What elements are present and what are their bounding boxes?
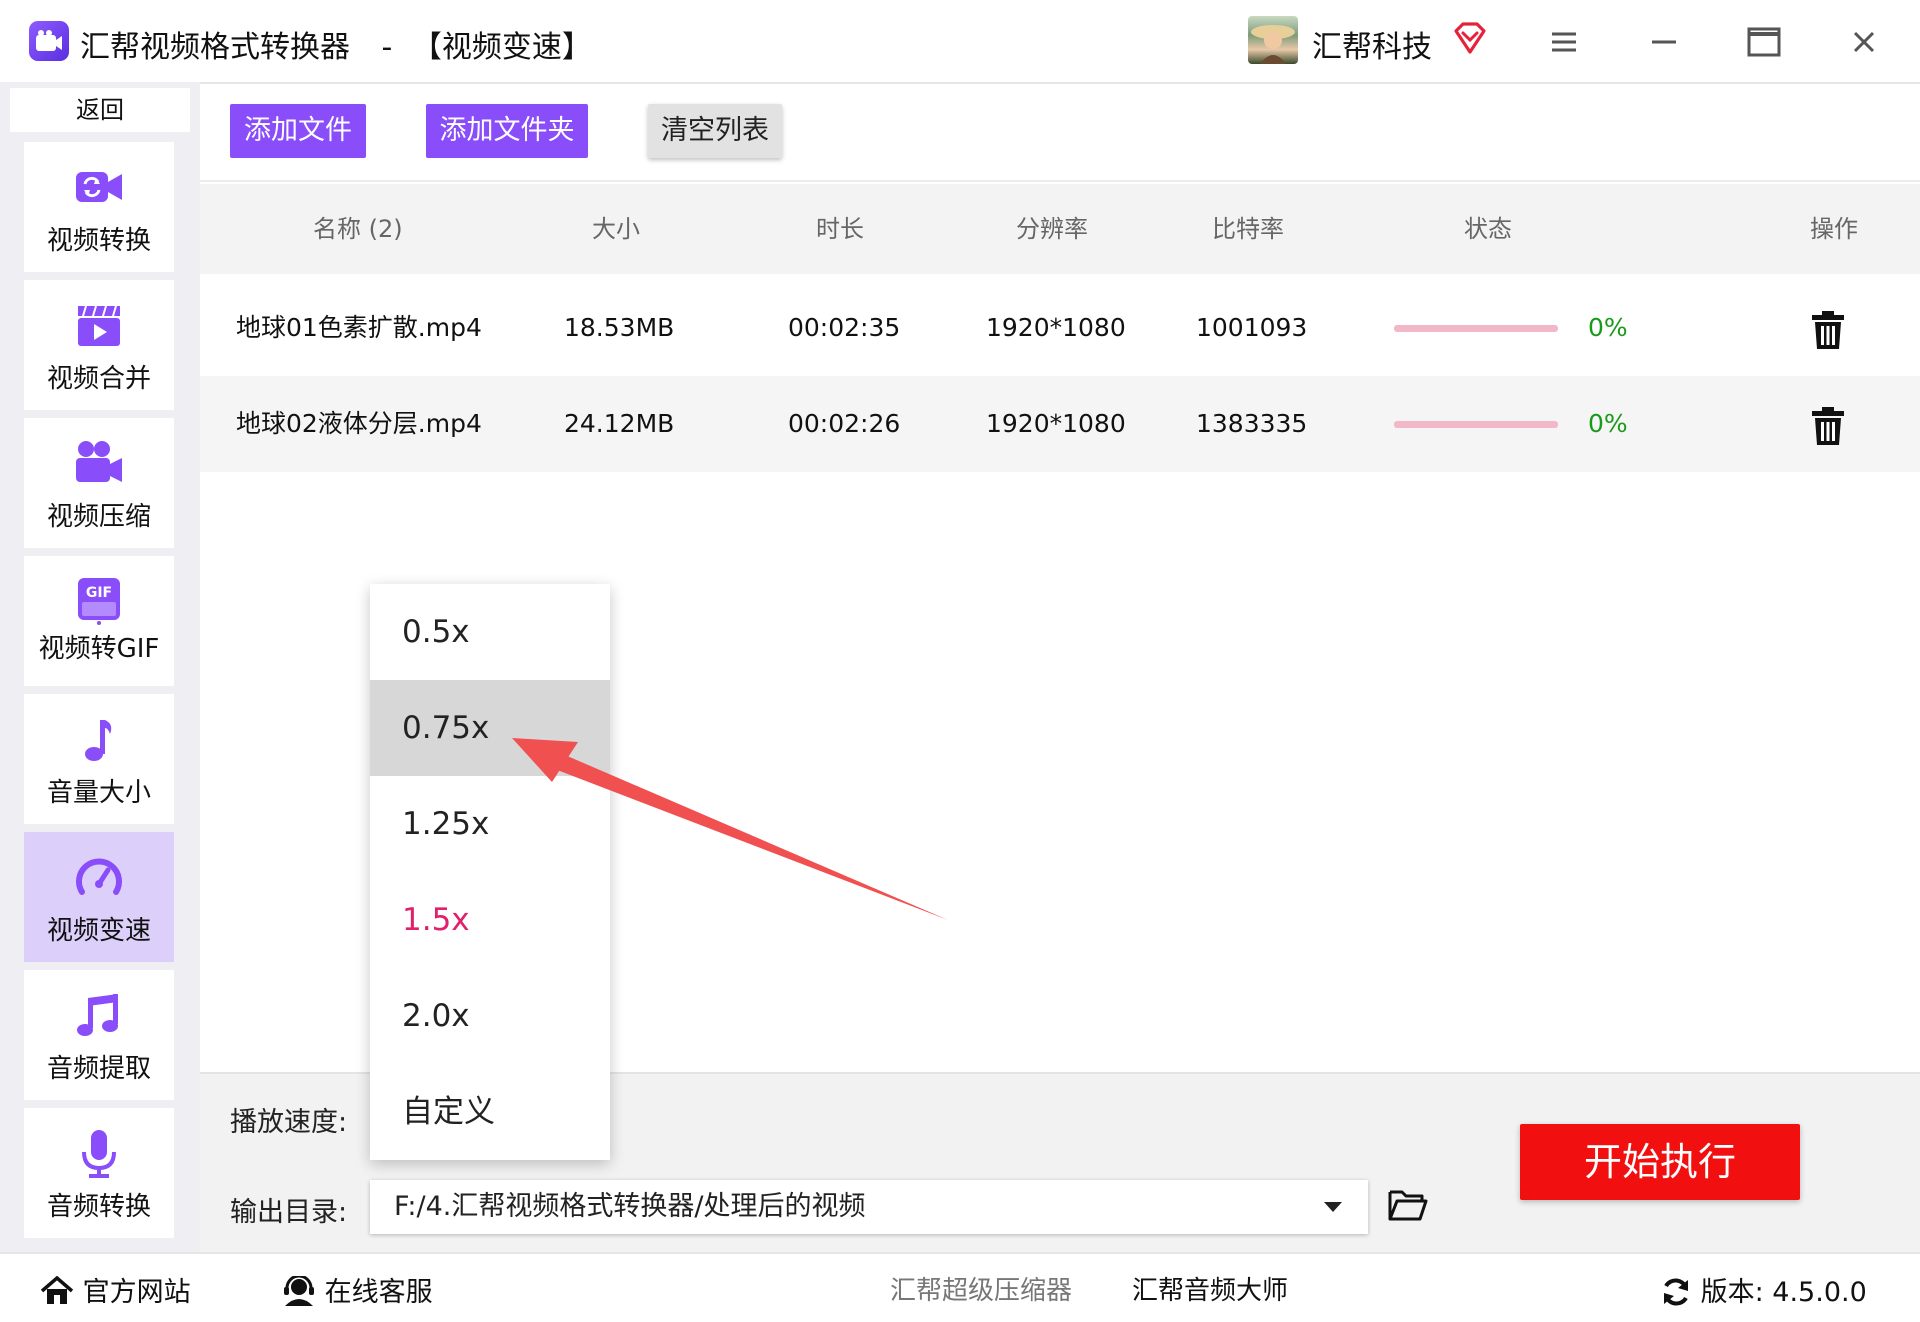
file-name: 地球01色素扩散.mp4 (236, 313, 482, 342)
table-row[interactable]: 地球01色素扩散.mp4 18.53MB 00:02:35 1920*1080 … (200, 280, 1920, 376)
sidebar-item-label: 音量大小 (46, 778, 151, 808)
home-icon (40, 1275, 74, 1304)
speedometer-icon (74, 852, 124, 902)
folder-open-icon[interactable] (1388, 1188, 1428, 1226)
speed-option-custom[interactable]: 自定义 (370, 1064, 610, 1160)
close-icon[interactable] (1842, 20, 1886, 64)
title-separator: - (381, 30, 393, 65)
online-support-link[interactable]: 在线客服 (282, 1270, 433, 1309)
sidebar-item-audio-extract[interactable]: 音频提取 (24, 970, 174, 1100)
add-folder-button[interactable]: 添加文件夹 (426, 104, 588, 158)
music-note-icon (74, 714, 124, 764)
avatar[interactable] (1248, 16, 1298, 64)
speed-option-1.5x[interactable]: 1.5x (370, 872, 610, 968)
progress-text: 0% (1588, 313, 1628, 342)
progress-text: 0% (1588, 409, 1628, 438)
audio-master-link[interactable]: 汇帮音频大师 (1132, 1270, 1288, 1307)
maximize-icon[interactable] (1742, 20, 1786, 64)
chevron-down-icon (1324, 1202, 1342, 1212)
app-name: 汇帮视频格式转换器 (80, 30, 350, 65)
vip-diamond-icon[interactable] (1452, 20, 1488, 60)
menu-icon[interactable] (1542, 20, 1586, 64)
window-title: 汇帮视频格式转换器 - 【视频变速】 (80, 22, 592, 66)
video-merge-icon (74, 300, 124, 350)
column-header-bitrate[interactable]: 比特率 (1212, 184, 1284, 274)
title-bar: 汇帮视频格式转换器 - 【视频变速】 汇帮科技 (0, 0, 1920, 84)
refresh-icon (1664, 1278, 1688, 1306)
sidebar-item-label: 视频转换 (46, 226, 151, 256)
file-resolution: 1920*1080 (986, 313, 1126, 342)
file-duration: 00:02:26 (788, 409, 901, 438)
output-dir-label: 输出目录: (230, 1197, 348, 1228)
sidebar-item-audio-convert[interactable]: 音频转换 (24, 1108, 174, 1238)
sidebar-item-label: 音频转换 (46, 1192, 151, 1222)
back-button[interactable]: 返回 (10, 88, 190, 132)
video-compress-icon (74, 438, 124, 488)
progress-bar (1394, 421, 1558, 428)
column-header-name[interactable]: 名称 (2) (313, 184, 403, 274)
minimize-icon[interactable] (1642, 20, 1686, 64)
column-header-actions: 操作 (1810, 215, 1858, 243)
user-name[interactable]: 汇帮科技 (1312, 22, 1432, 66)
clear-list-button[interactable]: 清空列表 (648, 104, 782, 158)
sidebar: 返回 视频转换 视频合并 视频压缩 GIF 视频转GIF 音量大小 视频变速 音… (0, 82, 200, 1252)
column-header-duration[interactable]: 时长 (816, 184, 864, 274)
file-size: 24.12MB (564, 409, 675, 438)
sidebar-item-label: 视频变速 (46, 916, 151, 946)
output-dir-value: F:/4.汇帮视频格式转换器/处理后的视频 (394, 1191, 866, 1222)
column-header-resolution[interactable]: 分辨率 (1016, 184, 1088, 274)
video-convert-icon (74, 162, 124, 212)
app-logo-icon (29, 21, 69, 61)
speed-option-2.0x[interactable]: 2.0x (370, 968, 610, 1064)
speed-option-1.25x[interactable]: 1.25x (370, 776, 610, 872)
headset-icon (284, 1274, 314, 1306)
table-row[interactable]: 地球02液体分层.mp4 24.12MB 00:02:26 1920*1080 … (200, 376, 1920, 472)
sidebar-item-video-gif[interactable]: GIF 视频转GIF (24, 556, 174, 686)
trash-icon[interactable] (1810, 310, 1846, 350)
sidebar-item-label: 视频合并 (46, 364, 151, 394)
speed-dropdown: 0.5x 0.75x 1.25x 1.5x 2.0x 自定义 (370, 584, 610, 1160)
sidebar-item-label: 视频压缩 (46, 502, 151, 532)
file-bitrate: 1383335 (1196, 409, 1308, 438)
sidebar-item-video-compress[interactable]: 视频压缩 (24, 418, 174, 548)
speed-option-0.75x[interactable]: 0.75x (370, 680, 610, 776)
gif-icon: GIF (74, 576, 124, 626)
add-file-button[interactable]: 添加文件 (230, 104, 366, 158)
trash-icon[interactable] (1810, 406, 1846, 446)
progress-bar (1394, 325, 1558, 332)
speed-label: 播放速度: (230, 1107, 348, 1138)
footer: 官方网站 在线客服 汇帮超级压缩器 汇帮音频大师 版本: 4.5.0.0 (0, 1252, 1920, 1322)
official-website-link[interactable]: 官方网站 (40, 1270, 191, 1309)
file-bitrate: 1001093 (1196, 313, 1308, 342)
version-info[interactable]: 版本: 4.5.0.0 (1660, 1270, 1867, 1309)
file-duration: 00:02:35 (788, 313, 901, 342)
sidebar-item-label: 视频转GIF (38, 634, 160, 664)
compressor-link[interactable]: 汇帮超级压缩器 (890, 1270, 1072, 1307)
file-size: 18.53MB (564, 313, 675, 342)
current-mode: 【视频变速】 (411, 30, 592, 65)
sidebar-item-video-convert[interactable]: 视频转换 (24, 142, 174, 272)
table-header: 名称 (2) 大小 时长 分辨率 比特率 状态 操作 (200, 184, 1920, 274)
speed-option-0.5x[interactable]: 0.5x (370, 584, 610, 680)
sidebar-item-video-merge[interactable]: 视频合并 (24, 280, 174, 410)
output-dir-select[interactable]: F:/4.汇帮视频格式转换器/处理后的视频 (370, 1180, 1368, 1234)
column-header-size[interactable]: 大小 (592, 184, 640, 274)
column-header-status: 状态 (1464, 215, 1512, 243)
start-button[interactable]: 开始执行 (1520, 1124, 1800, 1200)
microphone-icon (74, 1128, 124, 1178)
sidebar-item-volume[interactable]: 音量大小 (24, 694, 174, 824)
music-notes-icon (74, 990, 124, 1040)
sidebar-item-video-speed[interactable]: 视频变速 (24, 832, 174, 962)
file-resolution: 1920*1080 (986, 409, 1126, 438)
svg-text:GIF: GIF (86, 585, 112, 601)
sidebar-item-label: 音频提取 (46, 1054, 151, 1084)
file-name: 地球02液体分层.mp4 (236, 409, 482, 438)
